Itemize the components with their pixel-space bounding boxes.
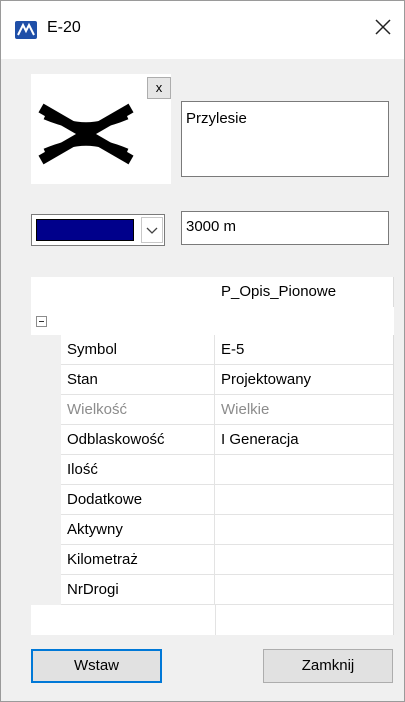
row-gutter <box>31 545 61 575</box>
row-gutter <box>31 515 61 545</box>
property-value-cell[interactable] <box>215 575 393 605</box>
property-value-cell[interactable] <box>215 515 393 545</box>
property-name-cell: Stan <box>61 365 215 395</box>
property-name: Ilość <box>67 461 98 478</box>
title-bar: E-20 <box>1 1 404 59</box>
window-title: E-20 <box>47 19 81 36</box>
property-value[interactable]: I Generacja <box>221 431 299 448</box>
property-name-cell: Ilość <box>61 455 215 485</box>
row-gutter <box>31 425 61 455</box>
property-value[interactable]: Projektowany <box>221 371 311 388</box>
property-value-cell[interactable] <box>215 485 393 515</box>
grid-row[interactable]: Dodatkowe <box>31 485 394 515</box>
grid-column-divider <box>215 605 216 635</box>
property-name-cell: Kilometraż <box>61 545 215 575</box>
property-name-cell: NrDrogi <box>61 575 215 605</box>
property-value-cell[interactable] <box>215 455 393 485</box>
grid-group-row <box>31 307 394 335</box>
row-gutter <box>31 395 61 425</box>
color-swatch <box>36 219 134 241</box>
close-button[interactable]: Zamknij <box>263 649 393 683</box>
row-gutter <box>31 455 61 485</box>
property-name: Dodatkowe <box>67 491 143 508</box>
grid-row[interactable]: Kilometraż <box>31 545 394 575</box>
distance-field[interactable]: 3000 m <box>181 211 389 245</box>
property-value-cell[interactable] <box>215 545 393 575</box>
insert-button[interactable]: Wstaw <box>31 649 162 683</box>
app-logo-icon <box>15 21 37 39</box>
grid-row[interactable]: Odblaskowość I Generacja <box>31 425 394 455</box>
color-select[interactable] <box>31 214 165 246</box>
property-name-cell: Wielkość <box>61 395 215 425</box>
property-name: Kilometraż <box>67 551 138 568</box>
grid-row[interactable]: Symbol E-5 <box>31 335 394 365</box>
clear-symbol-button[interactable]: x <box>147 77 171 99</box>
row-gutter <box>31 485 61 515</box>
dialog-window: E-20 x Przylesie 3000 m P_Opis_Pionowe S… <box>0 0 405 702</box>
property-value-cell[interactable]: Wielkie <box>215 395 393 425</box>
row-gutter <box>31 575 61 605</box>
property-name: Wielkość <box>67 401 128 418</box>
grid-header: P_Opis_Pionowe <box>31 277 394 308</box>
grid-empty-row <box>31 605 394 635</box>
grid-row[interactable]: Wielkość Wielkie <box>31 395 394 425</box>
row-gutter <box>31 335 61 365</box>
property-value: Wielkie <box>221 401 270 418</box>
property-value-cell[interactable]: I Generacja <box>215 425 393 455</box>
property-name-cell: Aktywny <box>61 515 215 545</box>
property-name: NrDrogi <box>67 581 119 598</box>
property-name: Odblaskowość <box>67 431 165 448</box>
property-name: Aktywny <box>67 521 123 538</box>
property-value-cell[interactable]: E-5 <box>215 335 393 365</box>
property-name: Stan <box>67 371 98 388</box>
property-grid: P_Opis_Pionowe Symbol E-5 Stan Projektowany… <box>31 277 394 635</box>
property-name-cell: Dodatkowe <box>61 485 215 515</box>
row-gutter <box>31 365 61 395</box>
property-value-cell[interactable]: Projektowany <box>215 365 393 395</box>
dialog-content: x Przylesie 3000 m P_Opis_Pionowe Symbol… <box>1 59 404 701</box>
description-field[interactable]: Przylesie <box>181 101 389 177</box>
close-icon[interactable] <box>371 15 395 39</box>
grid-row[interactable]: Ilość <box>31 455 394 485</box>
property-name-cell: Symbol <box>61 335 215 365</box>
property-value[interactable]: E-5 <box>221 341 244 358</box>
grid-row[interactable]: NrDrogi <box>31 575 394 605</box>
property-name: Symbol <box>67 341 118 358</box>
grid-row[interactable]: Aktywny <box>31 515 394 545</box>
grid-row[interactable]: Stan Projektowany <box>31 365 394 395</box>
property-name-cell: Odblaskowość <box>61 425 215 455</box>
collapse-minus-icon[interactable] <box>36 316 47 327</box>
chevron-down-icon[interactable] <box>141 217 163 243</box>
grid-column-header: P_Opis_Pionowe <box>221 283 337 300</box>
